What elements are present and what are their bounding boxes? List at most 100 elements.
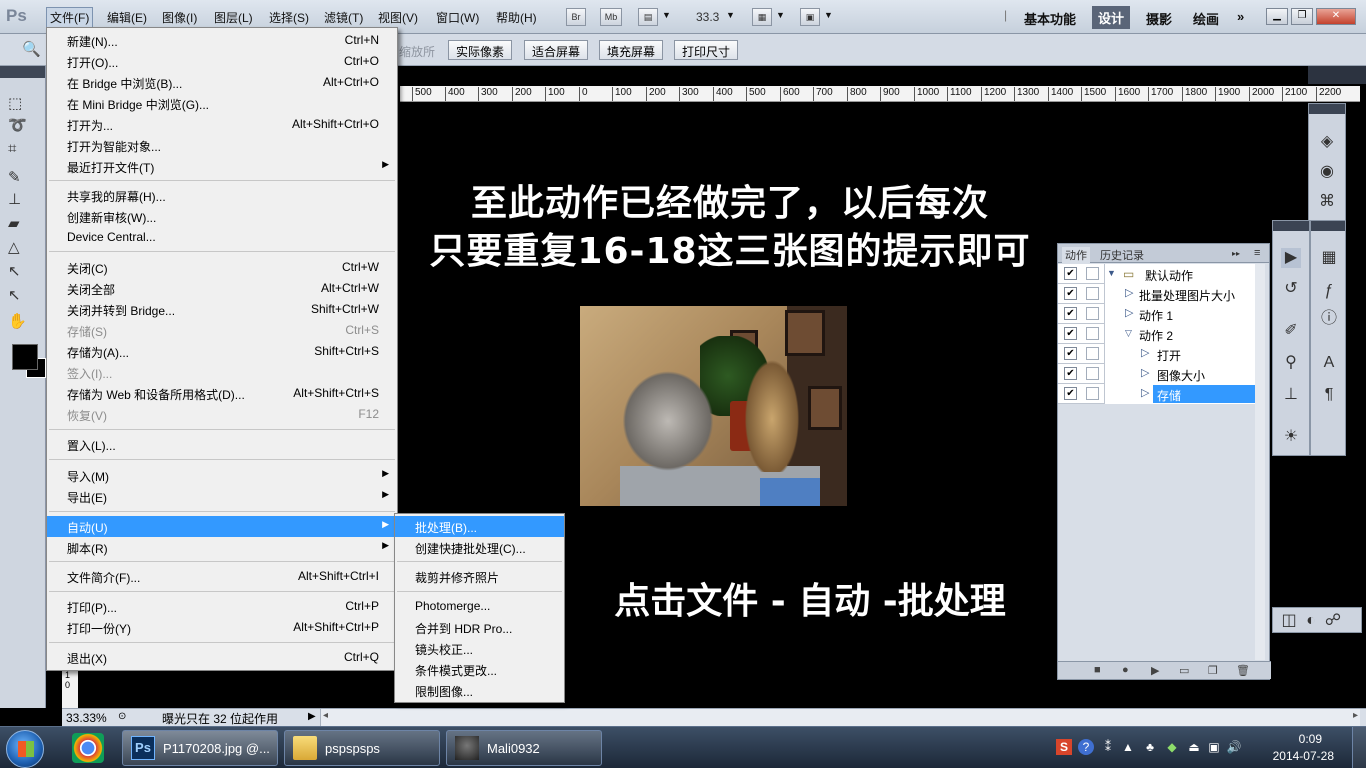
menu-filter[interactable]: 滤镜(T): [324, 9, 363, 26]
menu-item-print[interactable]: 打印(P)... Ctrl+P: [47, 596, 397, 617]
submenu-item-conditional-mode[interactable]: 条件模式更改...: [395, 659, 564, 680]
workspace-design[interactable]: 设计: [1092, 6, 1131, 29]
healing-brush-icon[interactable]: ✎: [8, 168, 36, 188]
horizontal-scrollbar[interactable]: ◂ ▸: [320, 709, 1360, 726]
submenu-item-crop-straighten[interactable]: 裁剪并修齐照片: [395, 566, 564, 587]
menu-help[interactable]: 帮助(H): [496, 9, 537, 26]
ruler-view-button[interactable]: ▤: [638, 8, 658, 26]
workspace-photography[interactable]: 摄影: [1146, 9, 1172, 28]
taskbar-app-folder[interactable]: pspspsps: [284, 730, 440, 766]
panel-expand-icon[interactable]: ▸▸: [1232, 249, 1240, 258]
tool-presets-icon[interactable]: ⊥: [1281, 385, 1301, 405]
submenu-item-lens-correction[interactable]: 镜头校正...: [395, 638, 564, 659]
menu-item-exit[interactable]: 退出(X) Ctrl+Q: [47, 647, 397, 668]
menu-item-import[interactable]: 导入(M) ▶: [47, 465, 397, 486]
help-icon[interactable]: ?: [1078, 739, 1094, 755]
foreground-color-swatch[interactable]: [12, 344, 38, 370]
chevron-down-icon[interactable]: ▼: [726, 10, 735, 20]
more-workspaces-icon[interactable]: »: [1237, 9, 1244, 24]
record-icon[interactable]: ●: [1122, 664, 1129, 676]
status-info-icon[interactable]: ⊙: [118, 711, 126, 722]
hand-tool-icon[interactable]: ✋: [8, 312, 36, 332]
scroll-right-icon[interactable]: ▸: [1353, 710, 1358, 721]
menu-window[interactable]: 窗口(W): [436, 9, 479, 26]
fill-screen-button[interactable]: 填充屏幕: [599, 40, 664, 60]
panel-menu-icon[interactable]: ≡: [1254, 247, 1260, 259]
security-icon[interactable]: ◆: [1164, 739, 1180, 755]
info-fx-icon[interactable]: ƒ: [1319, 281, 1339, 301]
taskbar-app-image[interactable]: Mali0932: [446, 730, 602, 766]
language-icon[interactable]: ⁑: [1100, 739, 1116, 755]
paragraph-icon[interactable]: ¶: [1319, 385, 1339, 405]
menu-item-export[interactable]: 导出(E) ▶: [47, 486, 397, 507]
submenu-item-photomerge[interactable]: Photomerge...: [395, 596, 564, 617]
zoom-tool-icon[interactable]: 🔍: [22, 40, 41, 58]
submenu-item-merge-hdr[interactable]: 合并到 HDR Pro...: [395, 617, 564, 638]
dialog-toggle[interactable]: [1086, 307, 1099, 320]
menu-item-close-all[interactable]: 关闭全部 Alt+Ctrl+W: [47, 278, 397, 299]
crop-tool-icon[interactable]: ⌗: [8, 140, 36, 160]
toggle-checkbox[interactable]: ✔: [1064, 287, 1077, 300]
expand-right-icon[interactable]: ▷: [1125, 306, 1133, 319]
sogou-input-icon[interactable]: S: [1056, 739, 1072, 755]
menu-item-share-screen[interactable]: 共享我的屏幕(H)...: [47, 185, 397, 206]
menu-item-print-one-copy[interactable]: 打印一份(Y) Alt+Shift+Ctrl+P: [47, 617, 397, 638]
direct-selection-icon[interactable]: ↖: [8, 286, 36, 306]
scroll-left-icon[interactable]: ◂: [323, 710, 328, 721]
channels-icon[interactable]: ◉: [1317, 162, 1337, 182]
menu-edit[interactable]: 编辑(E): [107, 9, 147, 26]
adjustments-icon[interactable]: ◐: [1301, 611, 1321, 631]
menu-item-browse-mini-bridge[interactable]: 在 Mini Bridge 中浏览(G)...: [47, 93, 397, 114]
toggle-checkbox[interactable]: ✔: [1064, 387, 1077, 400]
lasso-tool-icon[interactable]: ➰: [8, 116, 36, 136]
dialog-toggle[interactable]: [1086, 287, 1099, 300]
menu-item-revert[interactable]: 恢复(V) F12: [47, 404, 397, 425]
action-row[interactable]: ✔ ▷ 图像大小: [1058, 364, 1258, 384]
new-set-icon[interactable]: ▭: [1179, 664, 1189, 677]
menu-item-browse-bridge[interactable]: 在 Bridge 中浏览(B)... Alt+Ctrl+O: [47, 72, 397, 93]
menu-item-save[interactable]: 存储(S) Ctrl+S: [47, 320, 397, 341]
action-row[interactable]: ✔ ▷ 批量处理图片大小: [1058, 284, 1258, 304]
actual-pixels-button[interactable]: 实际像素: [448, 40, 513, 60]
action-row[interactable]: ✔ ▷ 打开: [1058, 344, 1258, 364]
eraser-icon[interactable]: ▰: [8, 214, 36, 234]
restore-button[interactable]: ❐: [1291, 8, 1313, 25]
status-zoom[interactable]: 33.33%: [66, 711, 107, 725]
menu-item-new[interactable]: 新建(N)... Ctrl+N: [47, 30, 397, 51]
minimize-button[interactable]: ▁: [1266, 8, 1288, 25]
menu-item-place[interactable]: 置入(L)...: [47, 434, 397, 455]
chevron-down-icon[interactable]: ▼: [776, 10, 785, 20]
show-hidden-icons[interactable]: ▲: [1120, 739, 1136, 755]
new-action-icon[interactable]: ❐: [1208, 664, 1218, 677]
path-selection-icon[interactable]: ↖: [8, 262, 36, 282]
dialog-toggle[interactable]: [1086, 347, 1099, 360]
tab-history[interactable]: 历史记录: [1100, 247, 1144, 263]
menu-item-scripts[interactable]: 脚本(R) ▶: [47, 537, 397, 558]
expand-right-icon[interactable]: ▷: [1141, 346, 1149, 359]
zoom-level[interactable]: 33.3: [696, 10, 719, 24]
submenu-item-batch[interactable]: 批处理(B)...: [395, 516, 564, 537]
arrange-documents-button[interactable]: ▦: [752, 8, 772, 26]
expand-right-icon[interactable]: ▷: [1141, 366, 1149, 379]
tab-actions[interactable]: 动作: [1062, 247, 1090, 263]
menu-item-check-in[interactable]: 签入(I)...: [47, 362, 397, 383]
chevron-down-icon[interactable]: ▼: [662, 10, 671, 20]
usb-icon[interactable]: ⏏: [1186, 739, 1202, 755]
expand-right-icon[interactable]: ▷: [1141, 386, 1149, 399]
expand-down-icon[interactable]: ▼: [1107, 268, 1116, 278]
toggle-checkbox[interactable]: ✔: [1064, 367, 1077, 380]
character-icon[interactable]: A: [1319, 353, 1339, 373]
menu-item-open-as[interactable]: 打开为... Alt+Shift+Ctrl+O: [47, 114, 397, 135]
dialog-toggle[interactable]: [1086, 387, 1099, 400]
workspace-essentials[interactable]: 基本功能: [1024, 9, 1076, 28]
action-row[interactable]: ✔ ▼ ▭ 默认动作: [1058, 264, 1258, 284]
workspace-painting[interactable]: 绘画: [1193, 9, 1219, 28]
mini-panel-icon[interactable]: ◫: [1279, 611, 1299, 631]
clone-source-icon[interactable]: ⚲: [1281, 353, 1301, 373]
action-row[interactable]: ✔ ▷ 动作 1: [1058, 304, 1258, 324]
close-button[interactable]: ✕: [1316, 8, 1356, 25]
action-row-selected[interactable]: ✔ ▷ 存储: [1058, 384, 1258, 404]
menu-file[interactable]: 文件(F): [46, 7, 94, 28]
submenu-item-create-droplet[interactable]: 创建快捷批处理(C)...: [395, 537, 564, 558]
actions-scrollbar[interactable]: [1255, 264, 1265, 660]
